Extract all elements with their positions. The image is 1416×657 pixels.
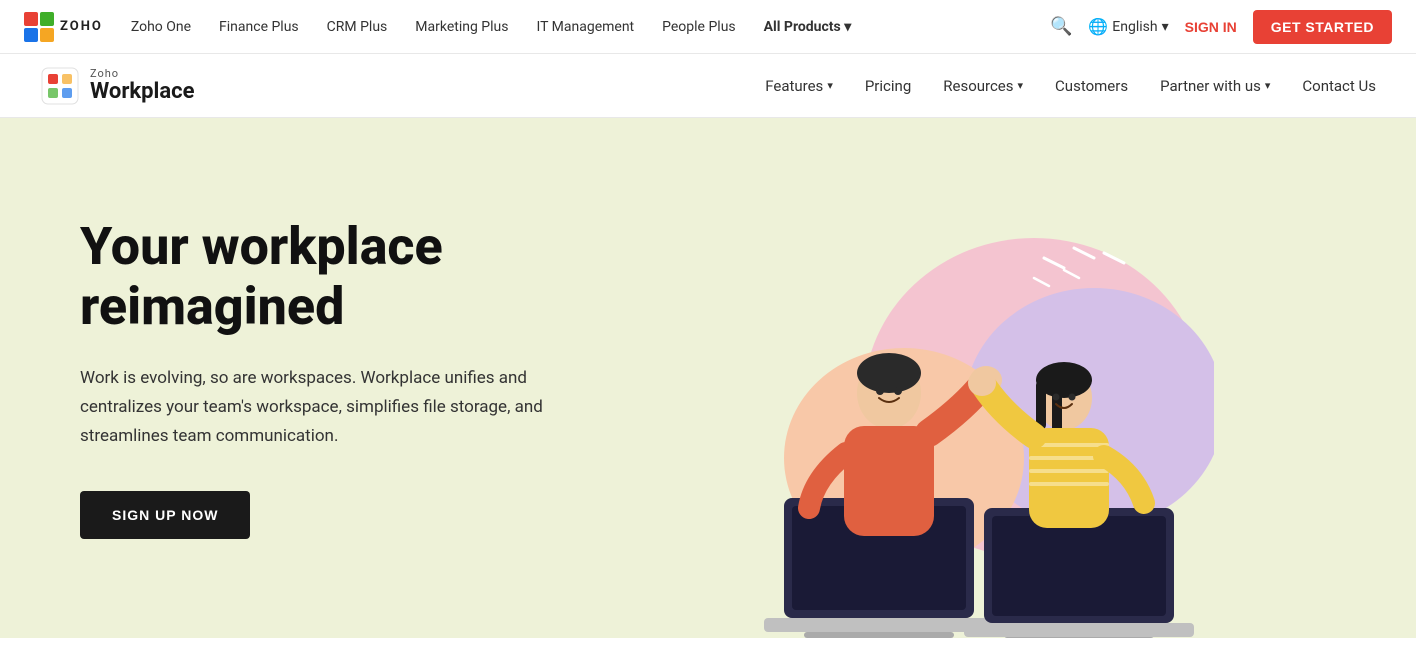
- all-products-chevron-icon: ▾: [844, 19, 851, 35]
- hero-illustration: [660, 178, 1288, 638]
- nav-link-zoho-one[interactable]: Zoho One: [131, 19, 191, 35]
- get-started-button[interactable]: GET STARTED: [1253, 10, 1392, 44]
- top-nav-left: ZOHO Zoho One Finance Plus CRM Plus Mark…: [24, 12, 851, 42]
- nav-link-it-management[interactable]: IT Management: [536, 19, 634, 35]
- top-navigation: ZOHO Zoho One Finance Plus CRM Plus Mark…: [0, 0, 1416, 54]
- workplace-zoho-label: Zoho: [90, 67, 194, 80]
- top-nav-links: Zoho One Finance Plus CRM Plus Marketing…: [131, 19, 851, 35]
- hero-title: Your workplace reimagined: [80, 217, 660, 337]
- workplace-product-name: Workplace: [90, 80, 194, 104]
- zoho-logo-squares: [24, 12, 54, 42]
- nav-contact-us[interactable]: Contact Us: [1302, 77, 1376, 95]
- resources-chevron-icon: ▾: [1018, 79, 1024, 92]
- secondary-navigation: Zoho Workplace Features ▾ Pricing Resour…: [0, 54, 1416, 118]
- workplace-logo-svg: [40, 66, 80, 106]
- features-chevron-icon: ▾: [827, 79, 833, 92]
- language-chevron-icon: ▾: [1162, 19, 1169, 35]
- nav-link-people-plus[interactable]: People Plus: [662, 19, 736, 35]
- hero-section: Your workplace reimagined Work is evolvi…: [0, 118, 1416, 638]
- secondary-nav-links: Features ▾ Pricing Resources ▾ Customers…: [765, 77, 1376, 95]
- nav-pricing[interactable]: Pricing: [865, 77, 911, 95]
- logo-sq-red: [24, 12, 38, 26]
- zoho-logo[interactable]: ZOHO: [24, 12, 103, 42]
- logo-sq-blue: [24, 28, 38, 42]
- nav-partner-with-us[interactable]: Partner with us ▾: [1160, 77, 1270, 95]
- top-nav-right: 🔍 🌐 English ▾ SIGN IN GET STARTED: [1050, 10, 1392, 44]
- sign-in-button[interactable]: SIGN IN: [1185, 19, 1237, 35]
- workplace-logo[interactable]: Zoho Workplace: [40, 66, 194, 106]
- nav-link-marketing-plus[interactable]: Marketing Plus: [415, 19, 508, 35]
- zoho-logo-text: ZOHO: [60, 19, 103, 34]
- logo-sq-yellow: [40, 28, 54, 42]
- language-label: English: [1112, 19, 1157, 35]
- hero-svg-illustration: [734, 198, 1214, 638]
- language-selector[interactable]: 🌐 English ▾: [1088, 17, 1168, 36]
- logo-sq-green: [40, 12, 54, 26]
- workplace-logo-text: Zoho Workplace: [90, 67, 194, 104]
- nav-link-finance-plus[interactable]: Finance Plus: [219, 19, 299, 35]
- nav-link-crm-plus[interactable]: CRM Plus: [327, 19, 388, 35]
- hero-description: Work is evolving, so are workspaces. Wor…: [80, 364, 600, 451]
- nav-features[interactable]: Features ▾: [765, 77, 833, 95]
- nav-customers[interactable]: Customers: [1055, 77, 1128, 95]
- nav-resources[interactable]: Resources ▾: [943, 77, 1023, 95]
- partner-chevron-icon: ▾: [1265, 79, 1271, 92]
- nav-link-all-products[interactable]: All Products ▾: [764, 19, 852, 35]
- search-icon[interactable]: 🔍: [1050, 16, 1072, 37]
- hero-content: Your workplace reimagined Work is evolvi…: [80, 217, 660, 599]
- sign-up-now-button[interactable]: SIGN UP NOW: [80, 491, 250, 539]
- globe-icon: 🌐: [1088, 17, 1108, 36]
